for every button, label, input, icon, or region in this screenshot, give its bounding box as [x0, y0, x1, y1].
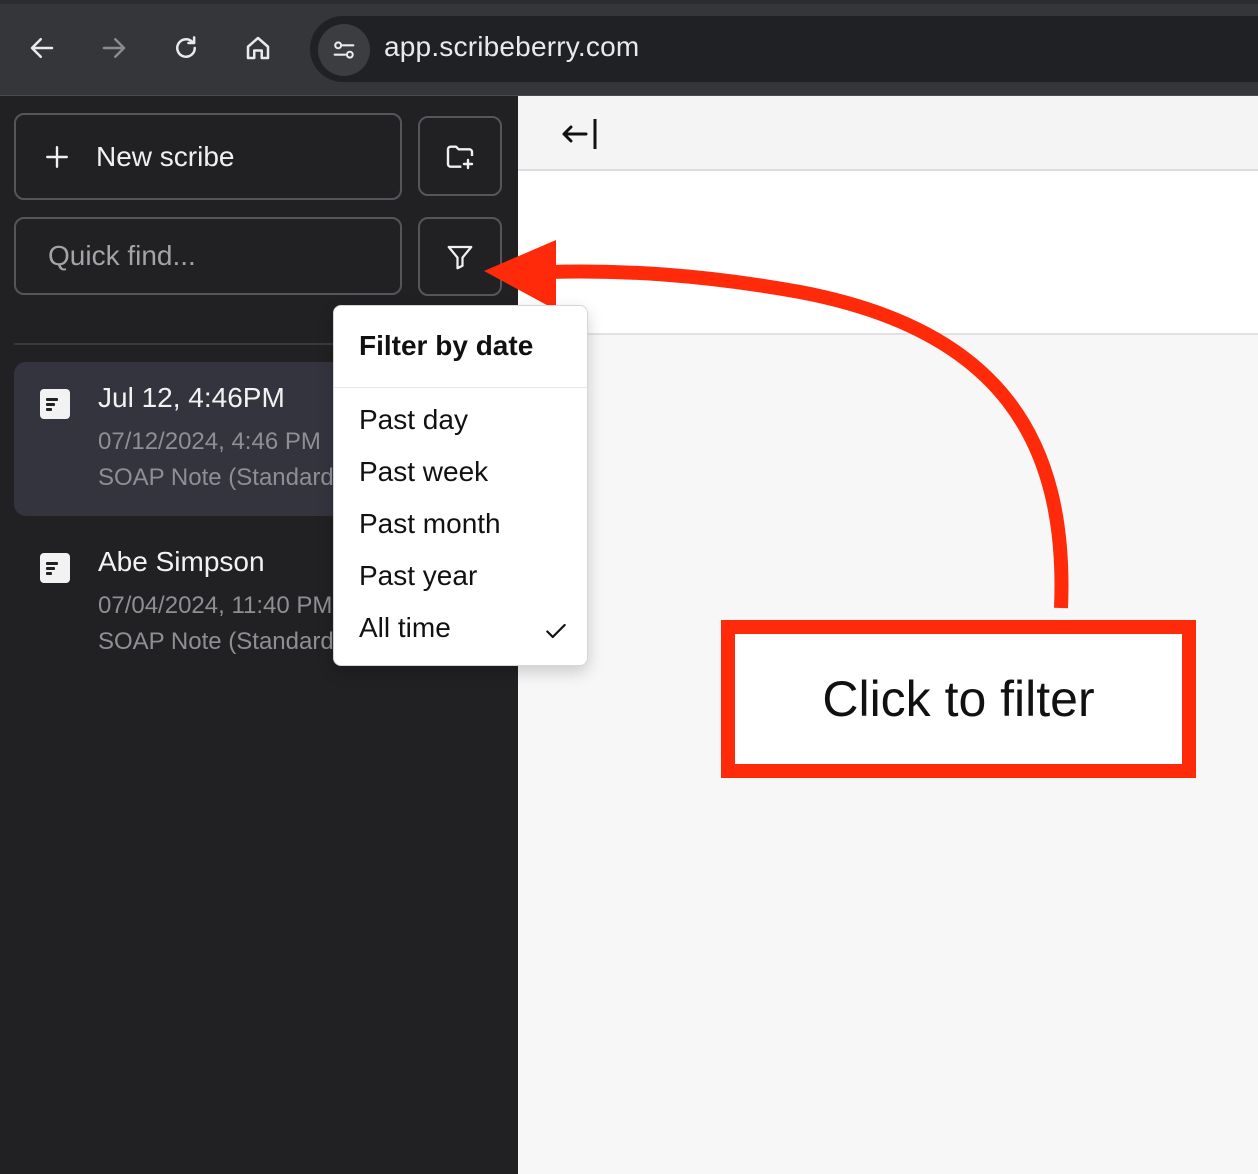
- callout-text: Click to filter: [822, 671, 1095, 727]
- filter-option-past-week[interactable]: Past week: [359, 456, 569, 496]
- annotation-callout: Click to filter: [721, 620, 1196, 778]
- filter-option-all-time[interactable]: All time: [359, 612, 569, 652]
- filter-by-date-menu: Filter by date Past day Past week Past m…: [333, 305, 588, 666]
- filter-option-past-month[interactable]: Past month: [359, 508, 569, 548]
- filter-option-past-year[interactable]: Past year: [359, 560, 569, 600]
- checkmark-icon: [543, 618, 569, 651]
- annotation-arrow: [484, 240, 1069, 609]
- menu-divider: [334, 387, 587, 388]
- filter-menu-header: Filter by date: [359, 330, 534, 361]
- filter-option-past-day[interactable]: Past day: [359, 404, 569, 444]
